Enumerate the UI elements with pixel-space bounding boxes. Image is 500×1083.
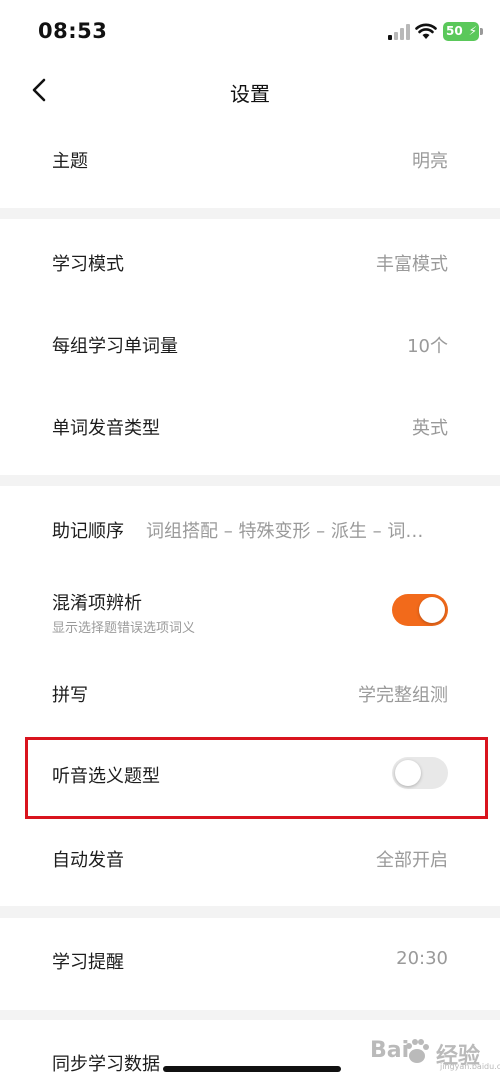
auto-pronounce-row[interactable]: 自动发音 全部开启 xyxy=(0,814,500,896)
mnemonic-order-value: 词组搭配 – 特殊变形 – 派生 – 词… xyxy=(146,521,424,542)
spelling-label: 拼写 xyxy=(52,685,88,706)
paw-logo-icon xyxy=(406,1039,429,1063)
auto-pronounce-value: 全部开启 xyxy=(376,850,448,871)
section-appearance: 主题 明亮 xyxy=(0,118,500,208)
section-study: 学习模式 丰富模式 每组学习单词量 10个 单词发音类型 英式 xyxy=(0,219,500,475)
wifi-icon xyxy=(415,23,437,39)
highlight-annotation-box xyxy=(25,737,488,819)
spelling-row[interactable]: 拼写 学完整组测 xyxy=(0,650,500,732)
spelling-value: 学完整组测 xyxy=(358,685,448,706)
auto-pronounce-label: 自动发音 xyxy=(52,850,124,871)
cellular-signal-icon xyxy=(388,24,410,40)
section-practice: 助记顺序 词组搭配 – 特殊变形 – 派生 – 词… 混淆项辨析 显示选择题错误… xyxy=(0,486,500,906)
confusion-analysis-label: 混淆项辨析 xyxy=(52,593,142,614)
mnemonic-order-row[interactable]: 助记顺序 词组搭配 – 特殊变形 – 派生 – 词… xyxy=(0,486,500,568)
study-reminder-label: 学习提醒 xyxy=(52,952,124,973)
study-mode-row[interactable]: 学习模式 丰富模式 xyxy=(0,219,500,301)
pronunciation-type-value: 英式 xyxy=(412,418,448,439)
watermark-url: jingyan.baidu.com xyxy=(440,1062,500,1071)
theme-label: 主题 xyxy=(52,151,88,172)
battery-level: 50 xyxy=(446,24,463,38)
nav-bar: 设置 xyxy=(0,64,500,118)
sync-data-label: 同步学习数据 xyxy=(52,1054,160,1075)
home-indicator[interactable] xyxy=(163,1066,341,1072)
words-per-group-label: 每组学习单词量 xyxy=(52,336,178,357)
confusion-analysis-row: 混淆项辨析 显示选择题错误选项词义 xyxy=(0,568,500,650)
charging-bolt-icon: ⚡ xyxy=(468,24,477,38)
status-bar: 08:53 50 ⚡ xyxy=(0,0,500,64)
theme-row[interactable]: 主题 明亮 xyxy=(0,118,500,208)
section-reminder: 学习提醒 20:30 xyxy=(0,918,500,1010)
study-reminder-value: 20:30 xyxy=(396,948,448,969)
words-per-group-value: 10个 xyxy=(407,336,448,357)
study-mode-value: 丰富模式 xyxy=(376,254,448,275)
page-title: 设置 xyxy=(230,82,270,106)
study-reminder-row[interactable]: 学习提醒 20:30 xyxy=(0,918,500,1010)
pronunciation-type-label: 单词发音类型 xyxy=(52,418,160,439)
baidu-jingyan-watermark: Bai 经验 jingyan.baidu.com xyxy=(356,1030,500,1074)
confusion-analysis-sublabel: 显示选择题错误选项词义 xyxy=(52,621,196,636)
confusion-analysis-toggle[interactable] xyxy=(392,594,448,626)
battery-icon: 50 ⚡ xyxy=(443,22,483,41)
pronunciation-type-row[interactable]: 单词发音类型 英式 xyxy=(0,383,500,465)
study-mode-label: 学习模式 xyxy=(52,254,124,275)
mnemonic-order-label: 助记顺序 xyxy=(52,521,124,542)
theme-value: 明亮 xyxy=(412,151,448,172)
words-per-group-row[interactable]: 每组学习单词量 10个 xyxy=(0,301,500,383)
status-time: 08:53 xyxy=(38,19,108,43)
toggle-knob xyxy=(419,597,445,623)
